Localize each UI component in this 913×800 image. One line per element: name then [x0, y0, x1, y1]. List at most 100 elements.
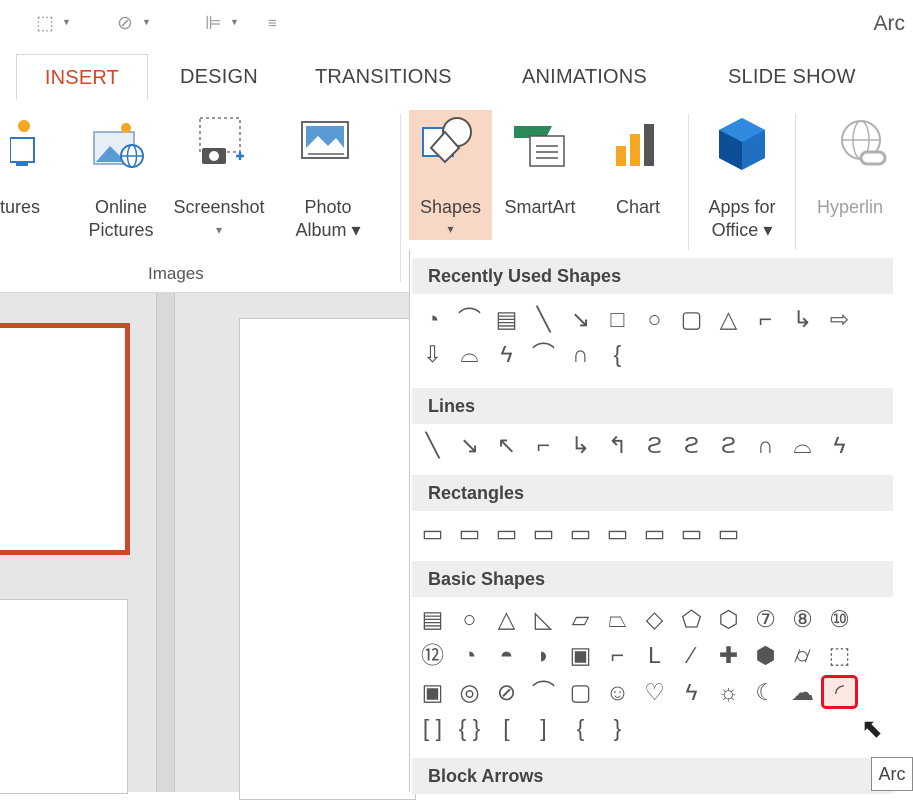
shape-item[interactable]: ] — [527, 713, 560, 743]
shape-item[interactable]: { } — [453, 713, 486, 743]
shape-item[interactable]: ▭ — [601, 518, 634, 548]
arc-shape-item[interactable]: ◜ — [821, 675, 858, 709]
shape-item[interactable]: △ — [490, 604, 523, 634]
shape-item[interactable]: ◔ — [416, 304, 449, 334]
tab-animations[interactable]: ANIMATIONS — [522, 66, 647, 89]
shape-item[interactable]: ○ — [638, 304, 671, 334]
shape-item[interactable]: ⌒ — [453, 304, 486, 334]
hyperlink-button[interactable]: Hyperlin — [805, 114, 913, 264]
circle-shape-icon[interactable]: ⊘ — [117, 12, 133, 35]
shape-item[interactable]: ▢ — [564, 677, 597, 707]
shape-item[interactable]: ◇ — [638, 604, 671, 634]
shape-item[interactable]: ⬢ — [749, 640, 782, 670]
shape-item[interactable]: ╲ — [416, 430, 449, 460]
shape-item[interactable]: ⑦ — [749, 604, 782, 634]
shape-item[interactable]: ⌓ — [786, 430, 819, 460]
shape-item[interactable]: ▤ — [490, 304, 523, 334]
pictures-button[interactable]: tures — [0, 114, 60, 264]
shape-item[interactable]: [ ] — [416, 713, 449, 743]
shape-item[interactable]: ⑧ — [786, 604, 819, 634]
shape-item[interactable]: ∩ — [564, 339, 597, 369]
shape-item[interactable]: ⊘ — [490, 677, 523, 707]
shape-item[interactable]: ▣ — [416, 677, 449, 707]
smartart-button[interactable]: SmartArt — [494, 114, 586, 264]
shape-item[interactable]: ▭ — [638, 518, 671, 548]
shape-item[interactable]: ⬚ — [823, 640, 856, 670]
tab-design[interactable]: DESIGN — [180, 66, 258, 89]
shape-item[interactable]: □ — [601, 304, 634, 334]
shape-item[interactable]: ◗ — [527, 640, 560, 670]
shape-item[interactable]: ↖ — [490, 430, 523, 460]
shape-item[interactable]: ✚ — [712, 640, 745, 670]
shape-item[interactable]: ▭ — [675, 518, 708, 548]
shape-item[interactable]: { — [564, 713, 597, 743]
chart-button[interactable]: Chart — [598, 114, 678, 264]
shape-item[interactable]: ⬡ — [712, 604, 745, 634]
shape-item[interactable]: ⌒ — [527, 339, 560, 369]
shape-item[interactable]: ϩ — [638, 430, 671, 460]
shape-item[interactable]: ▢ — [675, 304, 708, 334]
shape-item[interactable]: ∩ — [749, 430, 782, 460]
shape-item[interactable]: ▭ — [490, 518, 523, 548]
shape-item[interactable]: ⑩ — [823, 604, 856, 634]
tab-transitions[interactable]: TRANSITIONS — [315, 66, 452, 89]
shape-item[interactable]: ♡ — [638, 677, 671, 707]
shape-item[interactable]: ☺ — [601, 677, 634, 707]
shape-item[interactable]: } — [601, 713, 634, 743]
shape-item[interactable]: { — [601, 339, 634, 369]
shape-item[interactable]: ⌭ — [786, 640, 819, 670]
shape-item[interactable]: ☾ — [749, 677, 782, 707]
shape-item[interactable]: ▱ — [564, 604, 597, 634]
shape-item[interactable]: ◎ — [453, 677, 486, 707]
shape-item[interactable]: ▭ — [564, 518, 597, 548]
chevron-down-icon[interactable]: ▼ — [230, 17, 239, 27]
shape-item[interactable]: ▭ — [712, 518, 745, 548]
online-pictures-button[interactable]: Online Pictures — [82, 114, 160, 264]
shape-item[interactable]: ⏢ — [601, 604, 634, 634]
shape-item[interactable]: ϩ — [675, 430, 708, 460]
shape-item[interactable]: ◔ — [453, 640, 486, 670]
shape-item[interactable]: ϟ — [675, 677, 708, 707]
shape-item[interactable]: ▣ — [564, 640, 597, 670]
shape-item[interactable]: ◓ — [490, 640, 523, 670]
shape-item[interactable]: ⇨ — [823, 304, 856, 334]
align-icon[interactable]: ⊫ — [205, 12, 222, 35]
shape-item[interactable]: ☼ — [712, 677, 745, 707]
slide-thumbnail-selected[interactable] — [0, 323, 130, 555]
slide-canvas[interactable] — [239, 318, 416, 800]
photo-album-button[interactable]: Photo Album ▾ — [282, 114, 374, 264]
tab-insert[interactable]: INSERT — [16, 54, 148, 100]
shape-item[interactable]: ▤ — [416, 604, 449, 634]
shape-item[interactable]: ⌐ — [601, 640, 634, 670]
slide-thumbnail[interactable] — [0, 599, 128, 794]
shape-item[interactable]: ○ — [453, 604, 486, 634]
shape-item[interactable]: ↳ — [564, 430, 597, 460]
shape-item[interactable]: ↘ — [564, 304, 597, 334]
shape-item[interactable]: ◺ — [527, 604, 560, 634]
apps-for-office-button[interactable]: Apps for Office ▾ — [697, 114, 787, 264]
shape-item[interactable]: ☁ — [786, 677, 819, 707]
shape-item[interactable]: ϩ — [712, 430, 745, 460]
shape-item[interactable]: ⌐ — [749, 304, 782, 334]
shape-item[interactable]: ▭ — [453, 518, 486, 548]
shape-item[interactable]: ⌒ — [527, 677, 560, 707]
shape-item[interactable]: ↘ — [453, 430, 486, 460]
shape-item[interactable]: ϟ — [823, 430, 856, 460]
shape-item[interactable]: ▭ — [416, 518, 449, 548]
shape-item[interactable]: ↳ — [786, 304, 819, 334]
shape-item[interactable]: ⌓ — [453, 339, 486, 369]
shape-item[interactable]: ⑫ — [416, 640, 449, 670]
shape-item[interactable]: [ — [490, 713, 523, 743]
shapes-button[interactable]: Shapes ▾ — [409, 110, 492, 240]
screenshot-button[interactable]: Screenshot ▾ — [168, 114, 270, 264]
shape-item[interactable]: ↰ — [601, 430, 634, 460]
chevron-down-icon[interactable]: ▼ — [62, 17, 71, 27]
shape-item[interactable]: L — [638, 640, 671, 670]
shape-item[interactable]: ▭ — [527, 518, 560, 548]
shape-item[interactable]: ϟ — [490, 339, 523, 369]
shape-item[interactable]: ⇩ — [416, 339, 449, 369]
shape-item[interactable]: ∕ — [675, 640, 708, 670]
slide-layout-icon[interactable]: ⬚ — [36, 12, 54, 35]
pane-splitter[interactable] — [156, 293, 175, 792]
customize-qat-icon[interactable]: ≡ — [268, 15, 277, 32]
